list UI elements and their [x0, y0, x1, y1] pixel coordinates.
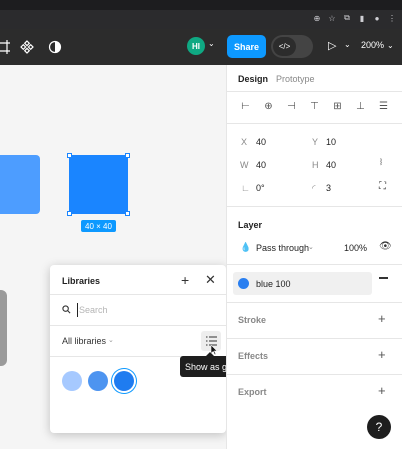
- contrast-icon[interactable]: [46, 38, 64, 56]
- corner-radius-icon: ◜: [312, 183, 316, 193]
- divider: [50, 294, 226, 295]
- h-label: H: [312, 160, 319, 170]
- x-input[interactable]: 40: [256, 137, 266, 147]
- chevron-down-icon[interactable]: ⌄: [108, 336, 114, 344]
- avatar[interactable]: HI: [187, 37, 205, 55]
- color-swatch[interactable]: [114, 371, 134, 391]
- blend-mode-icon: 💧: [240, 242, 252, 252]
- canvas-shape[interactable]: [0, 290, 7, 366]
- opacity-input[interactable]: 100%: [344, 243, 367, 253]
- effects-section-title: Effects: [238, 351, 269, 361]
- add-export-icon[interactable]: +: [378, 383, 386, 398]
- play-icon[interactable]: ▷: [328, 39, 336, 52]
- divider: [227, 123, 402, 124]
- add-effect-icon[interactable]: +: [378, 347, 386, 362]
- share-button[interactable]: Share: [227, 35, 266, 58]
- fill-row[interactable]: blue 100: [233, 272, 372, 295]
- blend-mode-dropdown[interactable]: Pass through: [256, 243, 309, 253]
- divider: [227, 374, 402, 375]
- color-swatch[interactable]: [62, 371, 82, 391]
- chevron-down-icon[interactable]: ⌄: [387, 41, 394, 50]
- width-input[interactable]: 40: [256, 160, 266, 170]
- chevron-down-icon[interactable]: ⌄: [208, 39, 215, 48]
- star-icon[interactable]: ☆: [328, 14, 336, 23]
- frame-tool-icon[interactable]: [0, 38, 12, 56]
- rectangle-layer[interactable]: [0, 155, 40, 214]
- help-button[interactable]: ?: [367, 415, 391, 439]
- alignment-toolbar: ⊢ ⊕ ⊣ ⊤ ⊞ ⊥ ☰: [237, 99, 392, 113]
- align-top-icon[interactable]: ⊤: [306, 99, 323, 113]
- color-swatch[interactable]: [88, 371, 108, 391]
- libraries-panel: Libraries + ✕ All libraries ⌄: [50, 265, 226, 433]
- resize-handle[interactable]: [67, 153, 72, 158]
- extension-icon[interactable]: ⧉: [343, 13, 351, 23]
- close-icon[interactable]: ✕: [205, 272, 216, 288]
- align-right-icon[interactable]: ⊣: [283, 99, 300, 113]
- layer-section-title: Layer: [238, 220, 263, 230]
- stroke-section-title: Stroke: [238, 315, 267, 325]
- size-badge: 40 × 40: [81, 220, 116, 232]
- fill-color-swatch[interactable]: [238, 278, 249, 289]
- rotation-icon: ∟: [241, 183, 250, 193]
- dev-mode-toggle[interactable]: </>: [271, 35, 313, 58]
- tab-design[interactable]: Design: [238, 74, 268, 84]
- zoom-level[interactable]: 200%: [361, 40, 384, 50]
- divider: [50, 325, 226, 326]
- tab-prototype[interactable]: Prototype: [276, 74, 315, 84]
- divider: [227, 302, 402, 303]
- y-label: Y: [312, 137, 319, 147]
- align-center-horizontal-icon[interactable]: ⊕: [260, 99, 277, 113]
- add-stroke-icon[interactable]: +: [378, 311, 386, 326]
- chevron-down-icon[interactable]: ⌄: [308, 243, 314, 251]
- w-label: W: [240, 160, 249, 170]
- divider: [227, 264, 402, 265]
- menu-icon[interactable]: ⋮: [388, 14, 396, 23]
- resize-handle[interactable]: [125, 153, 130, 158]
- plus-icon[interactable]: +: [181, 272, 189, 288]
- remove-fill-icon[interactable]: [379, 277, 388, 279]
- y-input[interactable]: 10: [326, 137, 336, 147]
- code-icon: </>: [273, 37, 296, 56]
- library-filter-dropdown[interactable]: All libraries: [62, 336, 106, 346]
- constrain-proportions-icon[interactable]: ⧘: [380, 157, 382, 168]
- x-label: X: [241, 137, 248, 147]
- export-section-title: Export: [238, 387, 267, 397]
- align-bottom-icon[interactable]: ⊥: [352, 99, 369, 113]
- resize-handle[interactable]: [125, 211, 130, 216]
- search-input[interactable]: [77, 303, 197, 317]
- divider: [227, 91, 402, 92]
- independent-corners-icon[interactable]: ⛶: [379, 181, 386, 192]
- search-icon: [62, 305, 71, 314]
- sidebar-icon[interactable]: ▮: [358, 14, 366, 23]
- corner-radius-input[interactable]: 3: [326, 183, 331, 193]
- resize-handle[interactable]: [67, 211, 72, 216]
- components-icon[interactable]: [18, 38, 36, 56]
- height-input[interactable]: 40: [326, 160, 336, 170]
- eye-icon[interactable]: 👁: [379, 241, 392, 252]
- profile-icon[interactable]: ●: [373, 14, 381, 23]
- align-left-icon[interactable]: ⊢: [237, 99, 254, 113]
- chevron-down-icon[interactable]: ⌄: [344, 40, 351, 49]
- divider: [227, 338, 402, 339]
- fill-style-name: blue 100: [256, 279, 291, 289]
- divider: [227, 206, 402, 207]
- selected-rectangle[interactable]: [69, 155, 128, 214]
- zoom-icon[interactable]: ⊕: [313, 14, 321, 23]
- rotation-input[interactable]: 0°: [256, 183, 265, 193]
- align-center-vertical-icon[interactable]: ⊞: [329, 99, 346, 113]
- libraries-title: Libraries: [62, 276, 101, 286]
- properties-panel: Design Prototype ⊢ ⊕ ⊣ ⊤ ⊞ ⊥ ☰ X 40 Y 10…: [226, 65, 402, 449]
- browser-actions: ⊕ ☆ ⧉ ▮ ● ⋮: [313, 13, 396, 23]
- distribute-icon[interactable]: ☰: [375, 99, 392, 113]
- browser-title-bar: [0, 0, 402, 10]
